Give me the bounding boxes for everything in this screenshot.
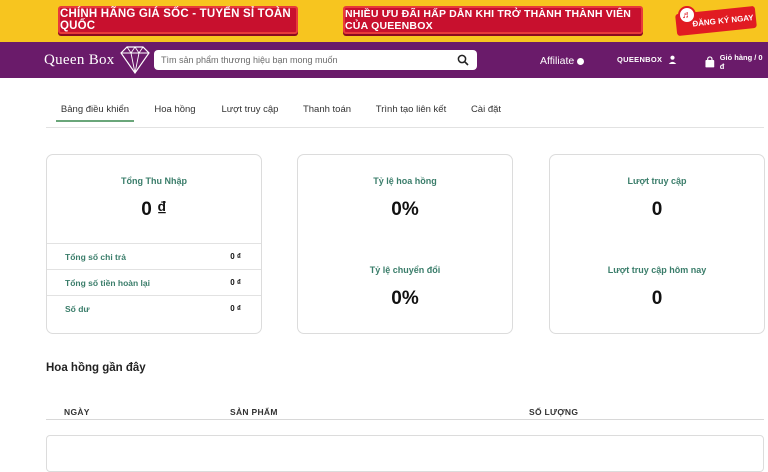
list-item: Số dư 0 ₫ xyxy=(47,295,261,321)
conversion-rate-label: Tỷ lệ chuyển đổi xyxy=(369,265,441,275)
total-paid-label: Tổng số chi trả xyxy=(65,251,126,262)
dot-icon xyxy=(577,57,585,65)
search-input[interactable] xyxy=(154,55,454,65)
rates-card: Tỷ lệ hoa hồng 0% Tỷ lệ chuyển đổi 0% xyxy=(297,154,513,334)
tab-visits[interactable]: Lượt truy cập xyxy=(218,96,282,123)
logo-text: Queen Box xyxy=(44,51,115,68)
column-date: NGÀY xyxy=(64,407,90,417)
affiliate-tabs: Bảng điều khiển Hoa hồng Lượt truy cập T… xyxy=(46,96,764,128)
balance-label: Số dư xyxy=(65,303,90,314)
tab-settings[interactable]: Cài đặt xyxy=(466,96,506,123)
promo-tag-genuine[interactable]: CHÍNH HÃNG GIÁ SỐC - TUYỂN SỈ TOÀN QUỐC xyxy=(58,6,298,34)
visits-label: Lượt truy cập xyxy=(627,176,687,186)
visits-value: 0 xyxy=(651,199,663,220)
search-bar xyxy=(154,50,477,70)
user-icon xyxy=(669,55,677,64)
affiliate-label: Affiliate xyxy=(540,55,575,67)
commission-rate-label: Tỷ lệ hoa hồng xyxy=(373,176,437,186)
column-quantity: SỐ LƯỢNG xyxy=(529,407,579,417)
tab-commissions[interactable]: Hoa hồng xyxy=(146,96,204,123)
recent-commissions-title: Hoa hồng gần đây xyxy=(46,362,146,374)
recent-commissions-table xyxy=(46,435,764,472)
signup-now-button[interactable]: ĐĂNG KÝ NGAY ♬ xyxy=(675,4,760,38)
diamond-logo-icon xyxy=(119,46,150,75)
tab-dashboard[interactable]: Bảng điều khiển xyxy=(46,96,144,123)
visits-today-label: Lượt truy cập hôm nay xyxy=(607,265,707,275)
tab-link-generator[interactable]: Trình tạo liên kết xyxy=(374,96,448,123)
account-link[interactable]: QUEENBOX xyxy=(617,55,677,64)
column-product: SẢN PHẨM xyxy=(230,407,278,417)
promo-tag-member-offers[interactable]: NHIỀU ƯU ĐÃI HẤP DẪN KHI TRỞ THÀNH THÀNH… xyxy=(343,6,643,34)
tab-payments[interactable]: Thanh toán xyxy=(298,96,356,123)
conversion-rate-value: 0% xyxy=(391,288,419,309)
total-refunded-value: 0 ₫ xyxy=(230,278,241,287)
cart-label: Giỏ hàng / 0 đ xyxy=(719,53,763,71)
earnings-breakdown: Tổng số chi trả 0 ₫ Tổng số tiền hoàn lạ… xyxy=(47,243,261,321)
promo-banner: CHÍNH HÃNG GIÁ SỐC - TUYỂN SỈ TOÀN QUỐC … xyxy=(0,0,768,42)
search-icon[interactable] xyxy=(457,54,469,66)
shopping-bag-icon xyxy=(705,56,715,68)
active-tab-indicator xyxy=(56,120,134,122)
total-earnings-label: Tổng Thu Nhập xyxy=(121,176,187,186)
recent-commissions-header: NGÀY SẢN PHẨM SỐ LƯỢNG xyxy=(46,403,764,420)
commission-rate-value: 0% xyxy=(391,199,419,220)
visits-card: Lượt truy cập 0 Lượt truy cập hôm nay 0 xyxy=(549,154,765,334)
earnings-card: Tổng Thu Nhập 0 ₫ Tổng số chi trả 0 ₫ Tổ… xyxy=(46,154,262,334)
list-item: Tổng số chi trả 0 ₫ xyxy=(47,243,261,269)
total-paid-value: 0 ₫ xyxy=(230,252,241,261)
total-refunded-label: Tổng số tiền hoàn lại xyxy=(65,277,150,288)
balance-value: 0 ₫ xyxy=(230,304,241,313)
affiliate-link[interactable]: Affiliate xyxy=(540,55,585,67)
total-earnings-value: 0 ₫ xyxy=(141,199,167,220)
visits-today-value: 0 xyxy=(651,288,663,309)
list-item: Tổng số tiền hoàn lại 0 ₫ xyxy=(47,269,261,295)
site-logo[interactable]: Queen Box xyxy=(44,44,153,76)
cart-link[interactable]: Giỏ hàng / 0 đ xyxy=(704,53,768,71)
account-label: QUEENBOX xyxy=(617,55,663,64)
megaphone-icon: ♬ xyxy=(678,6,696,24)
